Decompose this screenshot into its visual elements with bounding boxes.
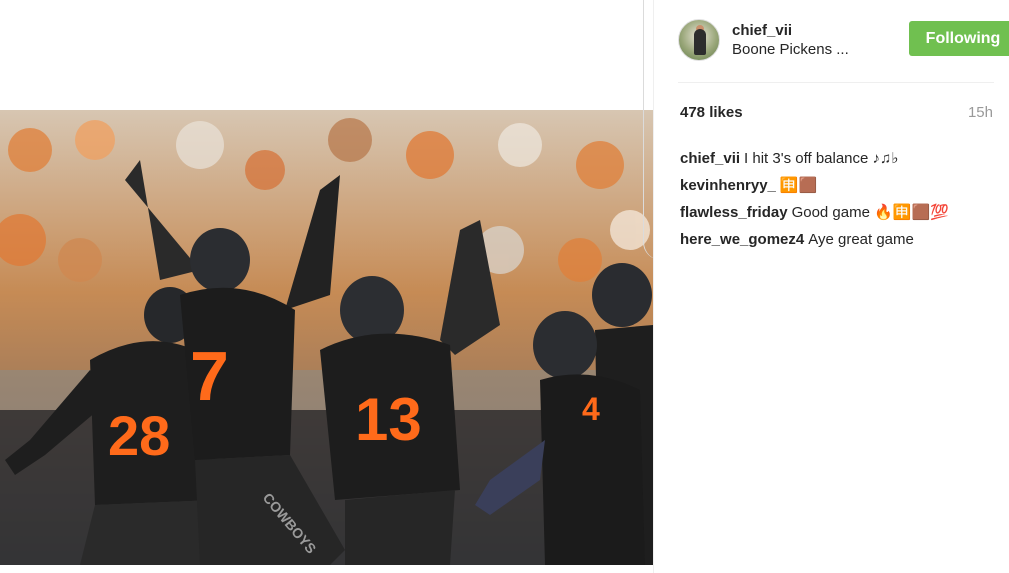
post-time[interactable]: 15h bbox=[968, 104, 993, 121]
comment-item: kevinhenryy_ 🈸🟫 bbox=[680, 172, 993, 199]
likes-count[interactable]: 478 likes bbox=[680, 104, 743, 121]
user-info: chief_vii Boone Pickens ... bbox=[732, 21, 882, 60]
comment-author[interactable]: kevinhenryy_ bbox=[680, 177, 776, 194]
football-celebration-photo: 28 7 COWBOYS 13 4 bbox=[0, 110, 653, 565]
post-photo[interactable]: 28 7 COWBOYS 13 4 bbox=[0, 110, 653, 565]
post-header: chief_vii Boone Pickens ... Following bbox=[678, 16, 1009, 64]
header-divider bbox=[678, 82, 994, 83]
comment-text: 🈸🟫 bbox=[779, 177, 818, 194]
photo-area: 28 7 COWBOYS 13 4 bbox=[0, 0, 653, 573]
comment-author[interactable]: chief_vii bbox=[680, 150, 740, 167]
jersey-number-7: 7 bbox=[190, 337, 229, 415]
jersey-number-13: 13 bbox=[355, 386, 422, 453]
comment-text: I hit 3's off balance ♪♫♭ bbox=[744, 150, 899, 167]
post-sidebar: chief_vii Boone Pickens ... Following 47… bbox=[653, 0, 1009, 573]
location-link[interactable]: Boone Pickens ... bbox=[732, 40, 882, 60]
comment-item: flawless_friday Good game 🔥🈸🟫💯 bbox=[680, 199, 993, 226]
likes-row: 478 likes 15h bbox=[680, 104, 993, 121]
jersey-number-28: 28 bbox=[108, 404, 170, 467]
comment-text: Good game 🔥🈸🟫💯 bbox=[791, 204, 949, 221]
following-button[interactable]: Following bbox=[909, 21, 1009, 56]
comment-text: Aye great game bbox=[808, 231, 914, 248]
avatar[interactable] bbox=[678, 19, 720, 61]
comment-author[interactable]: flawless_friday bbox=[680, 204, 788, 221]
comment-author[interactable]: here_we_gomez4 bbox=[680, 231, 804, 248]
username-link[interactable]: chief_vii bbox=[732, 21, 882, 40]
jersey-number-4: 4 bbox=[582, 391, 600, 427]
comment-item: chief_vii I hit 3's off balance ♪♫♭ bbox=[680, 145, 993, 172]
avatar-figure-shape bbox=[694, 29, 706, 55]
comments-list: chief_vii I hit 3's off balance ♪♫♭ kevin… bbox=[680, 145, 993, 253]
comment-item: here_we_gomez4 Aye great game bbox=[680, 226, 993, 253]
